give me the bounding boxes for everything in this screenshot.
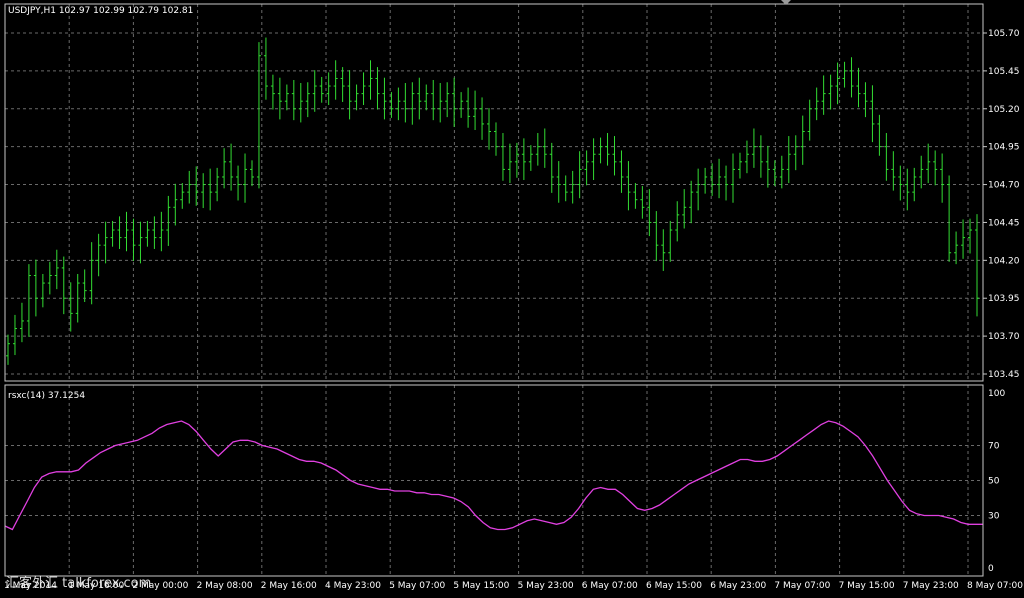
time-tick-label: 2 May 08:00	[197, 581, 253, 591]
indicator-tick-label: 50	[988, 477, 1000, 487]
chart-canvas: 105.70 105.45 105.20 104.95 104.70 104.45 104.…	[0, 0, 1024, 594]
price-tick-label: 104.70	[988, 181, 1020, 191]
price-tick-label: 103.70	[988, 332, 1020, 342]
price-tick-label: 105.70	[988, 29, 1020, 39]
price-tick-label: 104.95	[988, 143, 1020, 153]
time-tick-label: 7 May 07:00	[774, 581, 830, 591]
time-tick-label: 5 May 23:00	[518, 581, 574, 591]
price-tick-label: 104.45	[988, 218, 1020, 228]
indicator-panel-header: rsxc(14) 37.1254	[8, 391, 85, 401]
time-tick-label: 4 May 23:00	[325, 581, 381, 591]
time-tick-label: 5 May 15:00	[453, 581, 509, 591]
watermark-text: 汇客外汇 talkforex.com	[6, 576, 152, 591]
price-tick-label: 103.45	[988, 370, 1020, 380]
chart-window: 105.70 105.45 105.20 104.95 104.70 104.45 104.…	[0, 0, 1024, 594]
chart-background	[0, 0, 1024, 594]
time-tick-label: 6 May 23:00	[710, 581, 766, 591]
price-tick-label: 104.20	[988, 256, 1020, 266]
indicator-tick-label: 70	[988, 442, 1000, 452]
time-tick-label: 8 May 07:00	[967, 581, 1023, 591]
price-tick-label: 105.45	[988, 67, 1020, 77]
price-tick-label: 105.20	[988, 105, 1020, 115]
time-tick-label: 7 May 15:00	[839, 581, 895, 591]
indicator-tick-label: 30	[988, 512, 1000, 522]
indicator-tick-label: 100	[988, 389, 1005, 399]
time-tick-label: 6 May 07:00	[582, 581, 638, 591]
price-panel-header: USDJPY,H1 102.97 102.99 102.79 102.81	[8, 6, 193, 16]
time-tick-label: 6 May 15:00	[646, 581, 702, 591]
time-tick-label: 5 May 07:00	[389, 581, 445, 591]
time-tick-label: 2 May 16:00	[261, 581, 317, 591]
price-tick-label: 103.95	[988, 294, 1020, 304]
time-tick-label: 7 May 23:00	[903, 581, 959, 591]
indicator-tick-label: 0	[988, 564, 994, 574]
